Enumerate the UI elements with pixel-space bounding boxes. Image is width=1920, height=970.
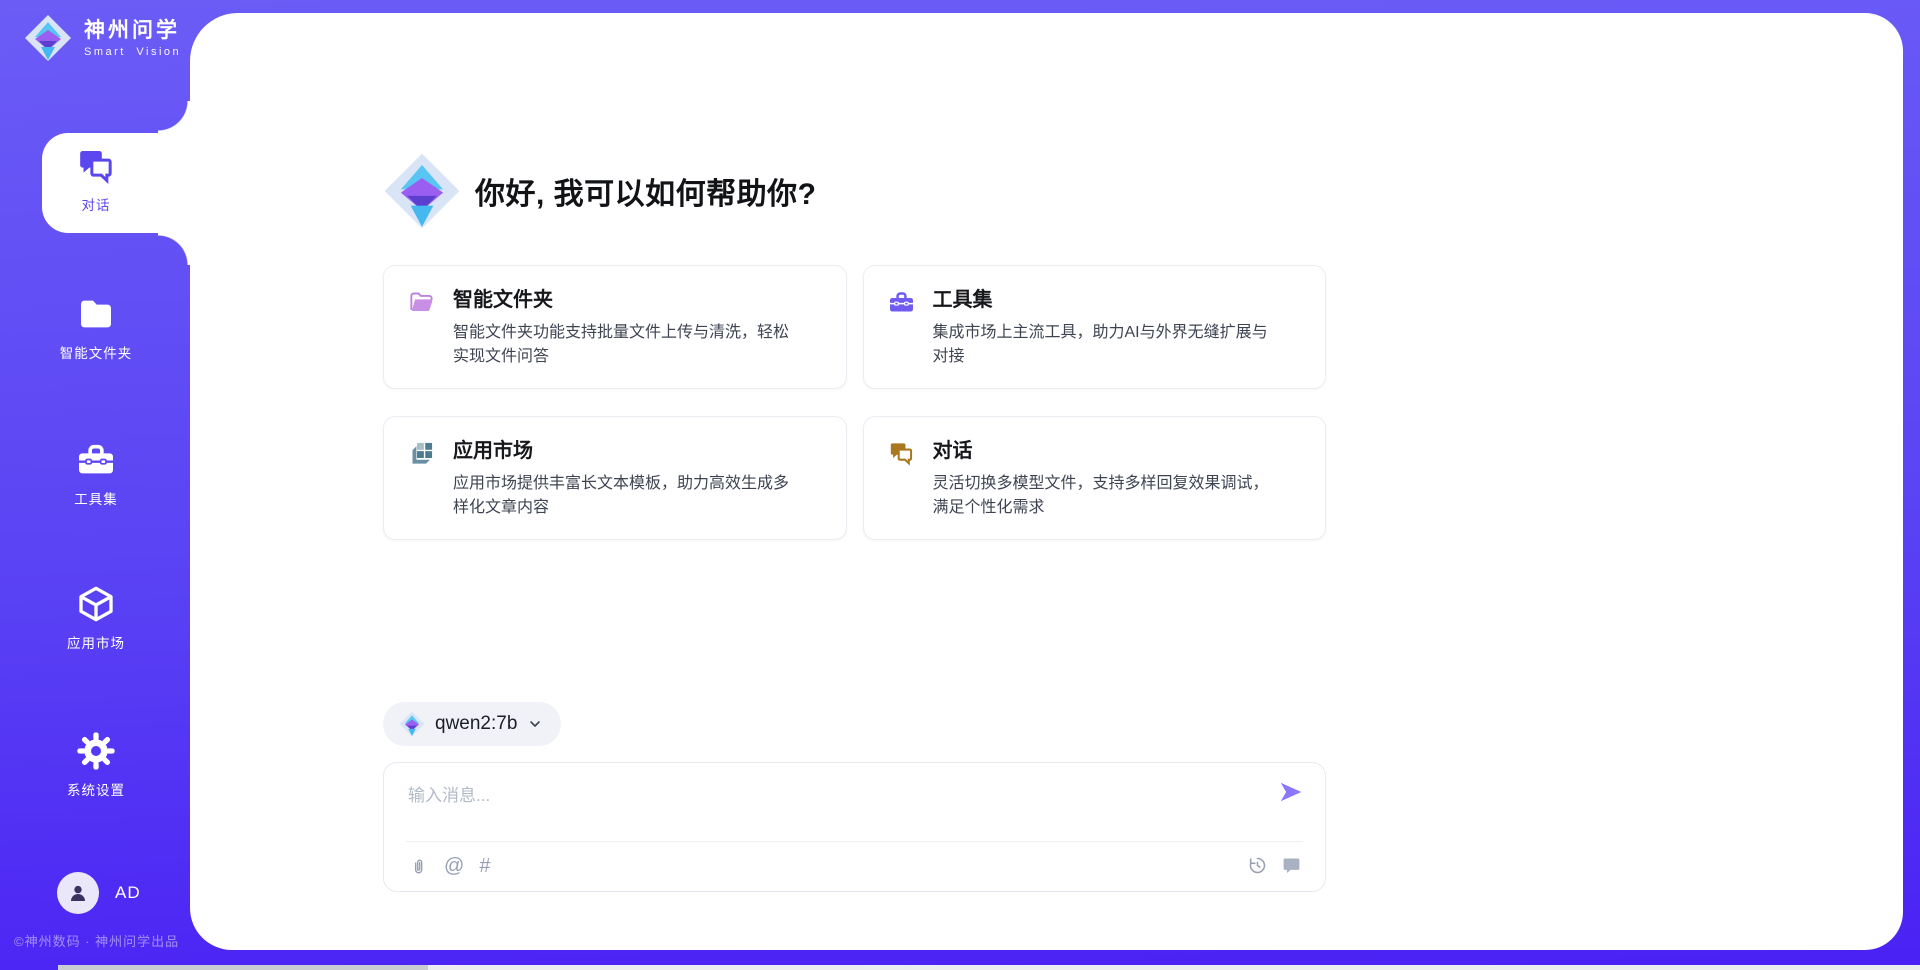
chevron-down-icon xyxy=(527,716,543,732)
paperclip-icon xyxy=(409,855,429,877)
cube-icon xyxy=(76,584,116,624)
card-desc: 智能文件夹功能支持批量文件上传与清洗，轻松 实现文件问答 xyxy=(453,321,789,369)
greeting-title: 你好, 我可以如何帮助你? xyxy=(475,169,817,213)
chat-icon xyxy=(76,146,116,186)
sidebar-item-smart-folder[interactable]: 智能文件夹 xyxy=(0,294,192,362)
card-chat[interactable]: 对话 灵活切换多模型文件，支持多样回复效果调试， 满足个性化需求 xyxy=(863,416,1327,540)
card-desc: 应用市场提供丰富长文本模板，助力高效生成多 样化文章内容 xyxy=(453,472,789,520)
gear-icon xyxy=(76,731,116,771)
person-icon xyxy=(66,881,90,905)
composer-tools-right xyxy=(1247,855,1302,876)
composer-tools-left: @ # xyxy=(409,855,490,877)
model-selector-value: qwen2:7b xyxy=(435,713,517,735)
card-toolset[interactable]: 工具集 集成市场上主流工具，助力AI与外界无缝扩展与 对接 xyxy=(863,265,1327,389)
send-icon xyxy=(1278,779,1304,805)
sidebar-item-label: 智能文件夹 xyxy=(60,342,133,362)
avatar[interactable] xyxy=(57,872,99,914)
composer: @ # xyxy=(383,762,1326,892)
assistant-logo-icon xyxy=(383,150,461,232)
bubble-fillet-top xyxy=(158,101,190,133)
copyright: ©神州数码 · 神州问学出品 xyxy=(14,931,179,950)
sidebar-item-label: 对话 xyxy=(82,194,111,214)
card-title: 应用市场 xyxy=(453,438,789,464)
composer-divider xyxy=(406,841,1303,842)
model-logo-icon xyxy=(399,711,425,737)
sidebar-item-label: 工具集 xyxy=(74,488,118,508)
attach-button[interactable] xyxy=(409,855,429,877)
chat-square-icon xyxy=(1281,855,1302,876)
folder-icon xyxy=(76,294,116,334)
new-chat-button[interactable] xyxy=(1281,855,1302,876)
folder-open-icon xyxy=(408,289,435,316)
send-button[interactable] xyxy=(1278,779,1304,805)
toolbox-icon xyxy=(76,440,116,480)
mention-button[interactable]: @ xyxy=(444,855,464,877)
chat-icon xyxy=(888,440,915,467)
brand: 神州问学 Smart Vision xyxy=(24,14,181,62)
at-icon: @ xyxy=(444,855,464,877)
brand-logo-icon xyxy=(24,14,72,62)
card-desc: 灵活切换多模型文件，支持多样回复效果调试， 满足个性化需求 xyxy=(933,472,1269,520)
card-smart-folder[interactable]: 智能文件夹 智能文件夹功能支持批量文件上传与清洗，轻松 实现文件问答 xyxy=(383,265,847,389)
history-button[interactable] xyxy=(1247,855,1268,876)
sidebar-item-label: 应用市场 xyxy=(67,632,125,652)
grid-cube-icon xyxy=(408,440,435,467)
sidebar-item-label: 系统设置 xyxy=(67,779,125,799)
model-selector[interactable]: qwen2:7b xyxy=(383,702,561,746)
card-title: 对话 xyxy=(933,438,1269,464)
card-app-market[interactable]: 应用市场 应用市场提供丰富长文本模板，助力高效生成多 样化文章内容 xyxy=(383,416,847,540)
toolbox-icon xyxy=(888,289,915,316)
message-input[interactable] xyxy=(408,781,1248,811)
topic-button[interactable]: # xyxy=(479,855,490,877)
sidebar-item-chat[interactable]: 对话 xyxy=(0,146,192,214)
user-name: AD xyxy=(115,883,141,903)
horizontal-scrollbar[interactable] xyxy=(58,965,1920,970)
hash-icon: # xyxy=(479,855,490,877)
sidebar-item-settings[interactable]: 系统设置 xyxy=(0,731,192,799)
horizontal-scrollbar-thumb[interactable] xyxy=(58,965,428,970)
brand-name: 神州问学 xyxy=(84,19,181,43)
feature-cards: 智能文件夹 智能文件夹功能支持批量文件上传与清洗，轻松 实现文件问答 工具集 集… xyxy=(383,265,1326,540)
brand-subtitle: Smart Vision xyxy=(84,46,181,58)
card-title: 工具集 xyxy=(933,287,1268,313)
greeting: 你好, 我可以如何帮助你? xyxy=(383,150,817,232)
card-desc: 集成市场上主流工具，助力AI与外界无缝扩展与 对接 xyxy=(933,321,1268,369)
user-row[interactable]: AD xyxy=(57,872,141,914)
card-title: 智能文件夹 xyxy=(453,287,789,313)
history-icon xyxy=(1247,855,1268,876)
sidebar-item-app-market[interactable]: 应用市场 xyxy=(0,584,192,652)
bubble-fillet-bottom xyxy=(158,233,190,265)
sidebar-item-toolset[interactable]: 工具集 xyxy=(0,440,192,508)
